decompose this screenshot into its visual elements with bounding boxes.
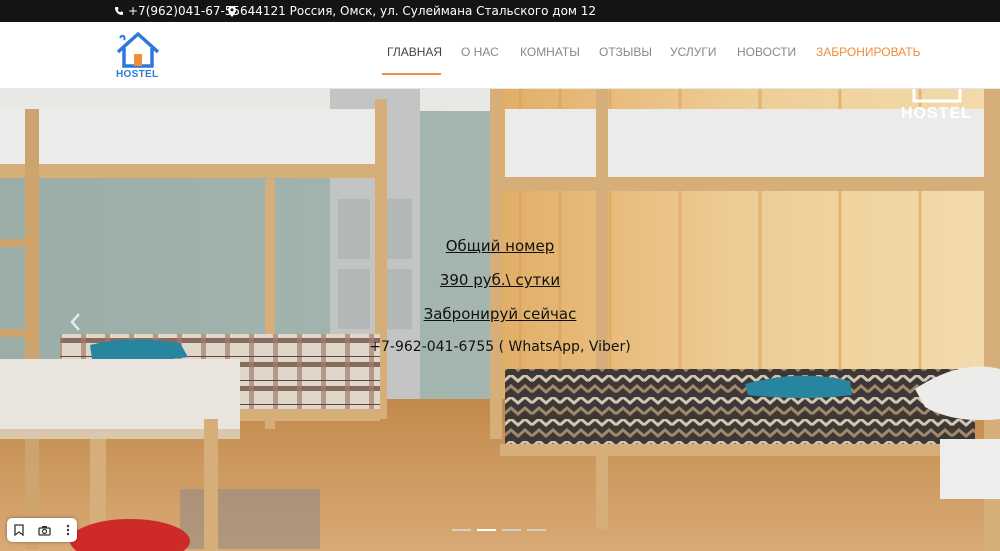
topbar-phone[interactable]: +7(962)041-67-55 bbox=[114, 0, 240, 22]
nav-item-booking[interactable]: Забронировать bbox=[816, 45, 920, 59]
nav-active-indicator bbox=[382, 73, 441, 75]
hero-watermark-logo: HOSTEL bbox=[898, 89, 972, 122]
phone-icon bbox=[115, 7, 123, 15]
slider-dot[interactable] bbox=[527, 529, 546, 531]
slider-dot[interactable] bbox=[502, 529, 521, 531]
logo-text: HOSTEL bbox=[116, 69, 159, 80]
nav-item-home[interactable]: Главная bbox=[387, 45, 442, 59]
nav-item-about[interactable]: О нас bbox=[461, 45, 499, 59]
hero-watermark-text: HOSTEL bbox=[901, 105, 972, 122]
nav-item-services[interactable]: Услуги bbox=[670, 45, 717, 59]
topbar-phone-text: +7(962)041-67-55 bbox=[128, 4, 241, 18]
map-marker-icon bbox=[228, 5, 236, 17]
slider-prev-arrow-icon[interactable] bbox=[68, 311, 84, 333]
camera-icon[interactable] bbox=[38, 521, 52, 540]
slider-pagination bbox=[452, 529, 546, 531]
topbar-address-text: 644121 Россия, Омск, ул. Сулеймана Сталь… bbox=[240, 4, 597, 18]
hero-title[interactable]: Общий номер bbox=[0, 237, 1000, 255]
hero-cta[interactable]: Забронируй сейчас bbox=[0, 305, 1000, 323]
bookmark-icon[interactable] bbox=[14, 521, 24, 540]
nav-item-rooms[interactable]: Комнаты bbox=[520, 45, 580, 59]
slider-dot-active[interactable] bbox=[477, 529, 496, 531]
hero-phone: +7-962-041-6755 ( WhatsApp, Viber) bbox=[369, 339, 631, 355]
hero-slider: HOSTEL Общий номер 390 руб.\ сутки Забро… bbox=[0, 89, 1000, 551]
hero-price[interactable]: 390 руб.\ сутки bbox=[0, 271, 1000, 289]
nav-item-reviews[interactable]: Отзывы bbox=[599, 45, 652, 59]
overlay-toolbar bbox=[7, 518, 77, 542]
site-header: HOSTEL Главная О нас Комнаты Отзывы Услу… bbox=[0, 22, 1000, 89]
nav-item-news[interactable]: Новости bbox=[737, 45, 796, 59]
topbar-address: 644121 Россия, Омск, ул. Сулеймана Сталь… bbox=[228, 0, 596, 22]
top-contact-bar: +7(962)041-67-55 644121 Россия, Омск, ул… bbox=[0, 0, 1000, 22]
more-icon[interactable] bbox=[66, 521, 70, 540]
slider-dot[interactable] bbox=[452, 529, 471, 531]
